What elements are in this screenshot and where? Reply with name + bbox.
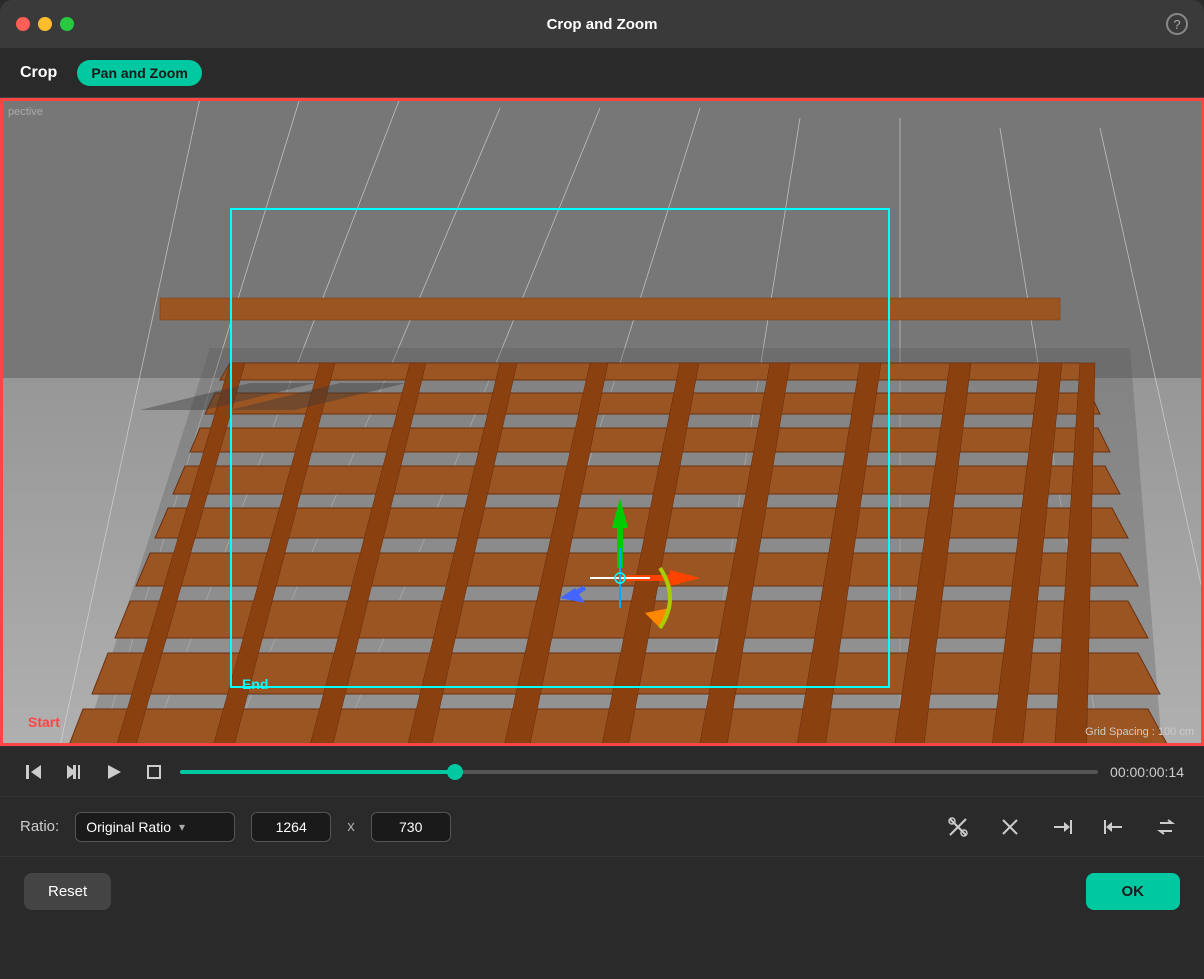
transport-bar: 00:00:00:14: [0, 746, 1204, 796]
timecode: 00:00:00:14: [1110, 764, 1184, 780]
canvas-area: End Start pective Grid Spacing : 100 cm: [0, 98, 1204, 746]
timeline-thumb[interactable]: [447, 764, 463, 780]
close-button[interactable]: [16, 17, 30, 31]
action-bar: Reset OK: [0, 856, 1204, 926]
toolbar: Crop Pan and Zoom: [0, 48, 1204, 98]
reset-button[interactable]: Reset: [24, 873, 111, 910]
trim-right-button[interactable]: [1044, 809, 1080, 845]
timeline-track[interactable]: [180, 770, 1098, 774]
height-input[interactable]: [371, 812, 451, 842]
trim-left-button[interactable]: [1096, 809, 1132, 845]
back-step-button[interactable]: [20, 758, 48, 786]
start-label: Start: [28, 714, 60, 730]
swap-button[interactable]: [1148, 809, 1184, 845]
window-title: Crop and Zoom: [547, 16, 658, 33]
timeline-container: [180, 770, 1098, 774]
maximize-button[interactable]: [60, 17, 74, 31]
ratio-selected: Original Ratio: [86, 819, 171, 835]
x-separator: x: [347, 818, 355, 835]
timeline-fill: [180, 770, 455, 774]
stop-button[interactable]: [140, 758, 168, 786]
minimize-button[interactable]: [38, 17, 52, 31]
chevron-down-icon: ▾: [179, 820, 185, 834]
grid-spacing-label: Grid Spacing : 100 cm: [1085, 726, 1194, 738]
crop-scissors-button[interactable]: [940, 809, 976, 845]
width-input[interactable]: [251, 812, 331, 842]
ratio-bar: Ratio: Original Ratio ▾ x: [0, 796, 1204, 856]
titlebar: Crop and Zoom ?: [0, 0, 1204, 48]
ratio-dropdown[interactable]: Original Ratio ▾: [75, 812, 235, 842]
perspective-label: pective: [8, 106, 43, 118]
step-forward-button[interactable]: [60, 758, 88, 786]
help-button[interactable]: ?: [1166, 13, 1188, 35]
tab-crop[interactable]: Crop: [20, 64, 57, 82]
play-button[interactable]: [100, 758, 128, 786]
traffic-lights: [16, 17, 74, 31]
scene-svg: [0, 98, 1204, 746]
close-x-button[interactable]: [992, 809, 1028, 845]
ratio-label: Ratio:: [20, 818, 59, 835]
tab-pan-zoom[interactable]: Pan and Zoom: [77, 60, 201, 86]
ok-button[interactable]: OK: [1086, 873, 1181, 910]
